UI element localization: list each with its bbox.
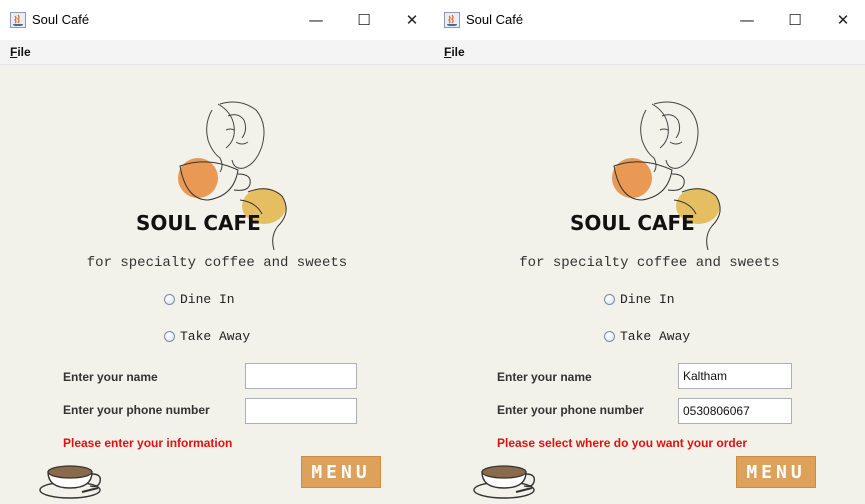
title-bar[interactable]: Soul Café — ☐ ✕ — [434, 0, 865, 40]
close-icon[interactable]: ✕ — [398, 8, 426, 32]
phone-input[interactable] — [678, 398, 792, 424]
window-title: Soul Café — [466, 12, 524, 27]
close-icon[interactable]: ✕ — [829, 8, 857, 32]
maximize-icon[interactable]: ☐ — [781, 8, 809, 32]
take-away-radio[interactable]: Take Away — [604, 329, 690, 344]
file-menu[interactable]: File — [10, 45, 31, 59]
java-app-icon — [444, 12, 460, 28]
name-label: Enter your name — [497, 370, 592, 384]
dine-in-radio[interactable]: Dine In — [604, 292, 675, 307]
soul-cafe-logo: SOUL CAFE — [136, 101, 287, 251]
take-away-label: Take Away — [620, 329, 691, 344]
minimize-icon[interactable]: — — [302, 8, 330, 32]
take-away-radio[interactable]: Take Away — [164, 329, 250, 344]
dine-in-radio[interactable]: Dine In — [164, 292, 235, 307]
error-message: Please select where do you want your ord… — [497, 436, 748, 450]
file-menu-label: ile — [451, 45, 465, 59]
file-menu-label: ile — [17, 45, 31, 59]
phone-label: Enter your phone number — [63, 403, 210, 417]
menu-button[interactable]: MENU — [301, 456, 381, 488]
java-app-icon — [10, 12, 26, 28]
tagline: for specialty coffee and sweets — [519, 255, 780, 271]
radio-circle[interactable] — [164, 331, 175, 342]
file-menu[interactable]: File — [444, 45, 465, 59]
menu-button[interactable]: MENU — [736, 456, 816, 488]
phone-input[interactable] — [245, 398, 357, 424]
name-input[interactable] — [678, 363, 792, 389]
name-input[interactable] — [245, 363, 357, 389]
take-away-label: Take Away — [180, 329, 251, 344]
maximize-icon[interactable]: ☐ — [350, 8, 378, 32]
radio-circle[interactable] — [604, 294, 615, 305]
tagline: for specialty coffee and sweets — [86, 255, 348, 271]
name-label: Enter your name — [63, 370, 158, 384]
coffee-cup-icon — [39, 465, 102, 499]
phone-label: Enter your phone number — [497, 403, 644, 417]
window-title: Soul Café — [32, 12, 90, 27]
soul-cafe-logo: SOUL CAFE — [570, 101, 721, 251]
radio-circle[interactable] — [604, 331, 615, 342]
logo-text: SOUL CAFE — [136, 211, 261, 235]
minimize-icon[interactable]: — — [733, 8, 761, 32]
error-message: Please enter your information — [63, 436, 233, 450]
dine-in-label: Dine In — [180, 292, 235, 307]
soul-cafe-window-right: Soul Café — ☐ ✕ File SOUL CAFE for speci… — [434, 0, 865, 504]
title-bar[interactable]: Soul Café — ☐ ✕ — [0, 0, 434, 40]
dine-in-label: Dine In — [620, 292, 675, 307]
menu-bar: File — [434, 40, 865, 65]
soul-cafe-window-left: Soul Café — ☐ ✕ File SOUL CAFE for speci… — [0, 0, 434, 504]
radio-circle[interactable] — [164, 294, 175, 305]
menu-bar: File — [0, 40, 434, 65]
logo-text: SOUL CAFE — [570, 211, 695, 235]
coffee-cup-icon — [473, 465, 536, 499]
